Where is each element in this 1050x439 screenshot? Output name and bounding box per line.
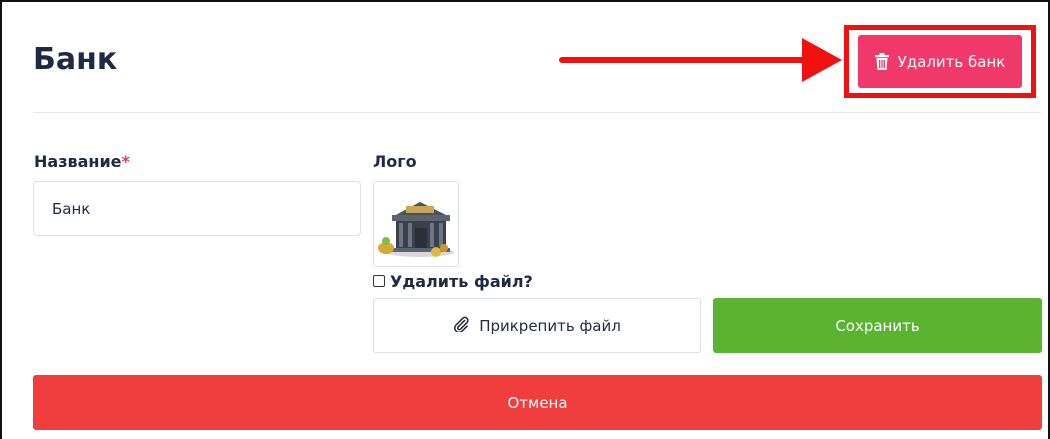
name-label-text: Название [34, 152, 122, 171]
delete-bank-button[interactable]: Удалить банк [858, 35, 1022, 88]
annotation-arrow-shaft [559, 57, 809, 63]
annotation-arrow-head [802, 38, 842, 82]
delete-file-row: Удалить файл? [373, 271, 533, 291]
delete-file-label: Удалить файл? [390, 271, 533, 291]
attach-file-button[interactable]: Прикрепить файл [373, 298, 701, 353]
name-input[interactable] [33, 181, 361, 236]
delete-bank-label: Удалить банк [897, 52, 1006, 71]
paperclip-icon [453, 316, 469, 336]
bank-building-icon [374, 182, 458, 266]
required-mark: * [121, 152, 130, 171]
name-field-label: Название* [34, 152, 130, 171]
header-divider [33, 112, 1041, 113]
attach-file-label: Прикрепить файл [479, 316, 621, 335]
logo-field-label: Лого [373, 152, 417, 171]
page-frame: Банк Удалить банк Название* Лого [0, 0, 1050, 439]
logo-thumbnail[interactable] [373, 181, 459, 267]
page-title: Банк [33, 42, 118, 77]
save-button[interactable]: Сохранить [713, 298, 1042, 353]
cancel-button[interactable]: Отмена [33, 375, 1042, 430]
trash-icon [874, 53, 889, 70]
delete-file-checkbox[interactable] [373, 275, 385, 287]
